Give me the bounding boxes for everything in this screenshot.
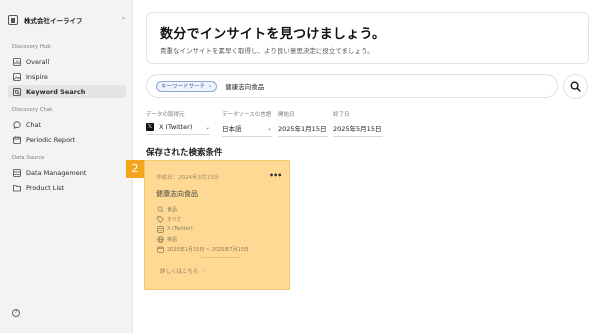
sidebar-item-label: Overall: [26, 57, 50, 66]
globe-icon: [156, 235, 164, 243]
sidebar-item-product-list[interactable]: Product List: [8, 181, 126, 194]
sidebar-item-label: Product List: [26, 183, 65, 192]
sidebar-item-keyword-search[interactable]: Keyword Search: [8, 85, 126, 98]
details-link-label: 詳しくはこちら: [160, 269, 199, 275]
saved-search-card[interactable]: 作成日：2024年3月13日 ••• 健康志向食品 食品 すべて X (Twit…: [144, 160, 290, 290]
language-filter-label: データソースの言語: [222, 112, 272, 118]
database-icon: [156, 225, 164, 233]
search-input[interactable]: 健康志向食品: [225, 81, 264, 91]
card-period-row: 2025年1月15日 ~ 2025年7月15日: [156, 245, 249, 253]
search-icon: [156, 205, 164, 213]
card-category: 食品: [167, 206, 178, 213]
start-date-input[interactable]: 2025年1月15日: [278, 123, 328, 137]
chart-icon: [12, 57, 21, 66]
sidebar-item-inspire[interactable]: Inspire: [8, 70, 126, 83]
section-title-discovery-chat: Discovery Chat: [12, 107, 53, 113]
card-source: X (Twitter): [167, 226, 193, 232]
sidebar-item-label: Keyword Search: [26, 87, 86, 96]
chat-icon: [12, 120, 21, 129]
org-switcher[interactable]: 株式会社イーライフ ⌃: [8, 12, 126, 28]
start-date-label: 開始日: [278, 112, 295, 118]
saved-keyword: 健康志向食品: [156, 190, 198, 198]
card-scope-row: すべて: [156, 215, 181, 223]
hero-subtitle: 貴重なインサイトを素早く取得し、より良い意思決定に役立てましょう。: [160, 47, 374, 55]
card-category-row: 食品: [156, 205, 177, 213]
sidebar-item-label: Chat: [26, 120, 42, 129]
card-scope: すべて: [167, 216, 182, 223]
section-title-data-source: Data Source: [12, 155, 45, 161]
sidebar-item-label: Data Management: [26, 168, 87, 177]
language-filter[interactable]: データソースの言語 日本語 ⌄: [222, 110, 272, 137]
saved-searches-title: 保存された検索条件: [146, 148, 223, 158]
sidebar-item-label: Inspire: [26, 72, 48, 81]
created-date: 作成日：2024年3月13日: [156, 175, 219, 181]
org-name: 株式会社イーライフ: [24, 17, 83, 25]
search-icon: [12, 87, 21, 96]
card-language-row: 英語: [156, 235, 177, 243]
search-mode-label: キーワードサーチ: [161, 84, 206, 90]
database-icon: [12, 168, 21, 177]
calendar-icon: [12, 135, 21, 144]
start-date-value: 2025年1月15日: [278, 125, 327, 133]
language-select[interactable]: 日本語 ⌄: [222, 123, 272, 137]
calendar-icon: [156, 245, 164, 253]
keyword-search-bar[interactable]: キーワードサーチ ⌄ 健康志向食品: [146, 74, 558, 98]
building-icon: [8, 15, 18, 25]
source-filter-label: データの取得元: [146, 112, 185, 118]
source-select[interactable]: 𝕏 X (Twitter) ⌄: [146, 123, 210, 135]
sidebar-item-chat[interactable]: Chat: [8, 118, 126, 131]
end-date-label: 終了日: [333, 112, 350, 118]
chevron-down-icon: ⌄: [208, 83, 213, 89]
start-date-filter[interactable]: 開始日 2025年1月15日: [278, 110, 328, 137]
card-period: 2025年1月15日 ~ 2025年7月15日: [167, 246, 249, 253]
sidebar-item-data-management[interactable]: Data Management: [8, 166, 126, 179]
hero-title: 数分でインサイトを見つけましょう。: [160, 27, 386, 42]
chevron-down-icon: ⌄: [204, 123, 210, 131]
image-icon: [12, 72, 21, 81]
sidebar-item-overall[interactable]: Overall: [8, 55, 126, 68]
sidebar: 株式会社イーライフ ⌃ Discovery Hub Overall Inspir…: [0, 0, 133, 333]
end-date-input[interactable]: 2025年5月15日: [333, 123, 383, 137]
step-badge: 2: [126, 160, 144, 178]
end-date-value: 2025年5月15日: [333, 125, 382, 133]
search-icon: [570, 81, 581, 92]
section-title-discovery-hub: Discovery Hub: [12, 44, 51, 50]
card-source-row: X (Twitter): [156, 225, 193, 233]
tag-icon: [156, 215, 164, 223]
hero-banner: 数分でインサイトを見つけましょう。 貴重なインサイトを素早く取得し、より良い意思…: [146, 12, 589, 64]
folder-icon: [12, 183, 21, 192]
end-date-filter[interactable]: 終了日 2025年5月15日: [333, 110, 383, 137]
card-language: 英語: [167, 236, 178, 243]
source-filter[interactable]: データの取得元 𝕏 X (Twitter) ⌄: [146, 110, 210, 135]
sidebar-item-periodic-report[interactable]: Periodic Report: [8, 133, 126, 146]
chevron-updown-icon: ⌃: [120, 16, 126, 24]
chevron-right-icon: ›: [202, 268, 205, 274]
x-logo-icon: 𝕏: [146, 123, 154, 131]
sidebar-item-label: Periodic Report: [26, 135, 76, 144]
source-value: X (Twitter): [159, 123, 193, 131]
search-mode-chip[interactable]: キーワードサーチ ⌄: [156, 80, 218, 92]
card-divider: [201, 257, 241, 258]
help-icon[interactable]: ?: [12, 309, 20, 317]
details-link[interactable]: 詳しくはこちら ›: [156, 265, 209, 277]
more-options-icon[interactable]: •••: [269, 171, 282, 180]
language-value: 日本語: [222, 125, 242, 133]
chevron-down-icon: ⌄: [266, 124, 272, 132]
search-button[interactable]: [563, 74, 588, 99]
